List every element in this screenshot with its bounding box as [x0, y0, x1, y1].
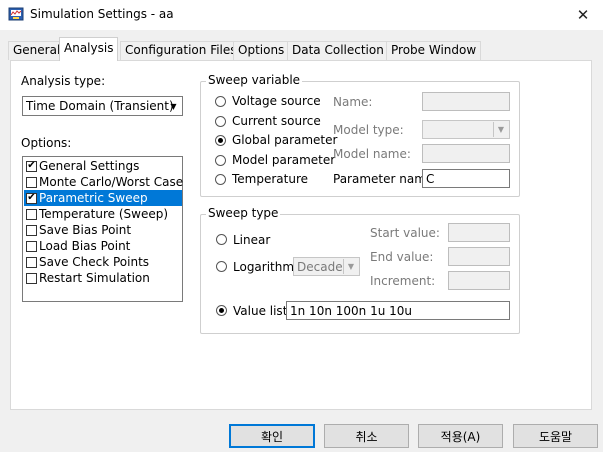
window-title: Simulation Settings - aa [30, 7, 174, 21]
tab-configuration-files[interactable]: Configuration Files [120, 41, 242, 60]
checkbox-icon[interactable] [26, 208, 37, 220]
checkbox-icon[interactable] [26, 176, 37, 188]
model-name-label: Model name: [333, 147, 411, 161]
tab-data-collection[interactable]: Data Collection [287, 41, 389, 60]
voltage-source-label: Voltage source [232, 94, 321, 108]
cancel-button[interactable]: 취소 [324, 424, 409, 448]
radio-linear[interactable] [216, 234, 227, 245]
radio-value-list[interactable] [216, 305, 227, 316]
global-parameter-label: Global parameter [232, 133, 338, 147]
radio-temperature[interactable] [215, 174, 226, 185]
help-button[interactable]: 도움말 [513, 424, 598, 448]
start-value-field [448, 223, 510, 242]
end-value-field [448, 247, 510, 266]
tab-general[interactable]: General [8, 41, 66, 60]
list-item[interactable]: Load Bias Point [24, 238, 182, 254]
list-item[interactable]: Save Check Points [24, 254, 182, 270]
analysis-type-label: Analysis type: [21, 74, 106, 88]
options-label: Options: [21, 136, 72, 150]
close-icon[interactable]: ✕ [563, 0, 603, 30]
radio-global-parameter[interactable] [215, 135, 226, 146]
increment-label: Increment: [370, 274, 436, 288]
name-field [422, 92, 510, 111]
list-item[interactable]: ✔ General Settings [24, 158, 182, 174]
analysis-panel: Analysis type: Time Domain (Transient) ▼… [10, 60, 592, 410]
checkbox-icon[interactable] [26, 272, 37, 284]
list-item-selected[interactable]: ✔ Parametric Sweep [24, 190, 182, 206]
model-name-field [422, 144, 510, 163]
sweep-variable-title: Sweep variable [206, 73, 303, 87]
list-item[interactable]: Monte Carlo/Worst Case [24, 174, 183, 190]
tab-analysis[interactable]: Analysis [59, 37, 119, 61]
model-type-label: Model type: [333, 123, 404, 137]
tab-options[interactable]: Options [233, 41, 290, 60]
list-item[interactable]: Restart Simulation [24, 270, 182, 286]
chevron-down-icon: ▼ [343, 259, 358, 274]
tab-probe-window[interactable]: Probe Window [386, 41, 482, 60]
list-item[interactable]: Save Bias Point [24, 222, 182, 238]
checkbox-checked-icon[interactable]: ✔ [26, 192, 37, 204]
sweep-type-title: Sweep type [206, 206, 281, 220]
chevron-down-icon: ▼ [170, 101, 177, 111]
checkbox-checked-icon[interactable]: ✔ [26, 160, 37, 172]
current-source-label: Current source [232, 114, 321, 128]
radio-logarithmic[interactable] [216, 261, 227, 272]
radio-voltage-source[interactable] [215, 96, 226, 107]
name-label: Name: [333, 95, 373, 109]
start-value-label: Start value: [370, 226, 440, 240]
checkbox-icon[interactable] [26, 240, 37, 252]
value-list-input[interactable]: 1n 10n 100n 1u 10u [286, 301, 510, 320]
end-value-label: End value: [370, 250, 434, 264]
analysis-type-dropdown[interactable]: Time Domain (Transient) ▼ [22, 96, 183, 116]
radio-current-source[interactable] [215, 116, 226, 127]
radio-model-parameter[interactable] [215, 155, 226, 166]
options-listbox[interactable]: ✔ General Settings Monte Carlo/Worst Cas… [22, 156, 183, 302]
checkbox-icon[interactable] [26, 224, 37, 236]
increment-field [448, 271, 510, 290]
log-mode-dropdown: Decade ▼ [293, 257, 360, 276]
temperature-label: Temperature [232, 172, 309, 186]
simulation-app-icon [8, 6, 24, 22]
parameter-name-input[interactable]: C [422, 169, 510, 188]
checkbox-icon[interactable] [26, 256, 37, 268]
model-type-dropdown: ▼ [422, 120, 510, 139]
chevron-down-icon: ▼ [493, 122, 508, 137]
apply-button[interactable]: 적용(A) [418, 424, 503, 448]
ok-button[interactable]: 확인 [229, 424, 315, 448]
value-list-label: Value list [233, 304, 288, 318]
analysis-type-value: Time Domain (Transient) [26, 99, 174, 113]
list-item[interactable]: Temperature (Sweep) [24, 206, 182, 222]
linear-label: Linear [233, 233, 271, 247]
model-parameter-label: Model parameter [232, 153, 336, 167]
